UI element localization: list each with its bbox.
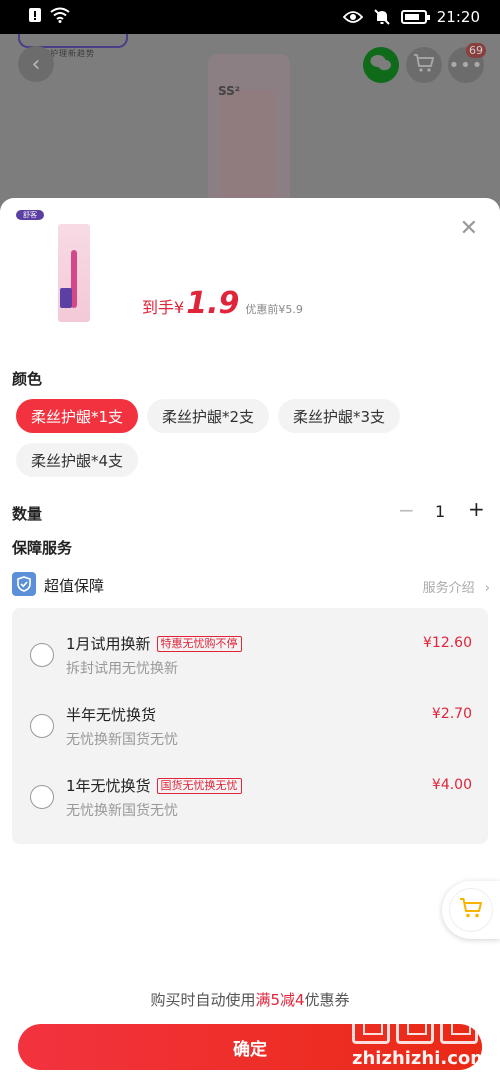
wechat-share-button[interactable] xyxy=(363,47,399,83)
guarantee-plan-1[interactable]: 1月试用换新 特惠无忧购不停 拆封试用无忧换新 ¥12.60 xyxy=(12,625,488,685)
shield-check-icon xyxy=(12,572,36,596)
guarantee-plan-2[interactable]: 半年无忧换货 无忧换新国货无忧 ¥2.70 xyxy=(12,696,488,756)
color-option-1[interactable]: 柔丝护龈*1支 xyxy=(16,399,138,433)
package-label-image xyxy=(60,288,72,308)
plan-name: 1月试用换新 xyxy=(66,635,151,653)
cart-count-badge: 69 xyxy=(466,43,486,58)
close-icon: ✕ xyxy=(459,216,478,241)
guarantee-plan-3[interactable]: 1年无忧换货 国货无忧换无忧 无忧换新国货无忧 ¥4.00 xyxy=(12,767,488,827)
price-currency: ¥ xyxy=(174,298,185,317)
cart-icon xyxy=(413,53,435,77)
mute-bell-icon xyxy=(373,8,391,26)
service-intro-label: 服务介绍 xyxy=(422,581,475,596)
color-option-3[interactable]: 柔丝护龈*3支 xyxy=(278,399,400,433)
service-intro-link[interactable]: 服务介绍 › xyxy=(423,577,490,596)
price-prefix: 到手 xyxy=(142,298,175,317)
cart-icon xyxy=(459,897,483,923)
chevron-right-icon: › xyxy=(484,581,490,596)
status-bar: 21:20 xyxy=(0,0,500,34)
plan-price: ¥4.00 xyxy=(431,777,472,793)
plan-description: 拆封试用无忧换新 xyxy=(66,661,178,677)
final-price: 1.9 xyxy=(186,286,240,321)
color-option-2[interactable]: 柔丝护龈*2支 xyxy=(147,399,269,433)
guarantee-plan-list: 1月试用换新 特惠无忧购不停 拆封试用无忧换新 ¥12.60 半年无忧换货 无忧… xyxy=(12,608,488,844)
close-button[interactable]: ✕ xyxy=(460,218,478,240)
plan-description: 无忧换新国货无忧 xyxy=(66,803,178,819)
plan-price: ¥2.70 xyxy=(431,706,472,722)
wechat-icon xyxy=(370,54,392,76)
color-option-4[interactable]: 柔丝护龈*4支 xyxy=(16,443,138,477)
guarantee-label: 超值保障 xyxy=(44,577,105,595)
toothbrush-image xyxy=(220,90,276,210)
plan-tag: 特惠无忧购不停 xyxy=(156,635,242,652)
plan-price: ¥12.60 xyxy=(423,635,472,651)
chevron-left-icon: ‹ xyxy=(31,51,41,77)
service-section-title: 保障服务 xyxy=(12,539,73,557)
sku-selector-sheet: ✕ 舒客 到手 ¥ 1.9 优惠前¥5.9 颜色 柔丝护龈*1支 柔丝护龈*2支… xyxy=(0,198,500,1083)
confirm-button[interactable]: 确定 xyxy=(18,1024,482,1070)
product-image: SS² xyxy=(208,54,290,214)
color-section-title: 颜色 xyxy=(12,370,43,388)
quantity-increase-button[interactable]: + xyxy=(468,497,485,521)
wifi-icon xyxy=(50,7,70,27)
plan-radio[interactable] xyxy=(30,643,54,667)
product-mark: SS² xyxy=(218,84,241,98)
background-product-page: 口腔护理新趋势 ‹ SS² ••• 69 xyxy=(0,34,500,214)
plan-description: 无忧换新国货无忧 xyxy=(66,732,178,748)
eye-icon xyxy=(342,10,363,24)
plan-tag: 国货无忧换无忧 xyxy=(156,777,242,794)
quantity-value: 1 xyxy=(435,502,446,521)
cart-button[interactable] xyxy=(406,47,442,83)
battery-icon xyxy=(400,10,430,24)
plan-radio[interactable] xyxy=(30,714,54,738)
original-price: 优惠前¥5.9 xyxy=(245,303,303,316)
quantity-decrease-button[interactable]: − xyxy=(398,498,415,522)
clock: 21:20 xyxy=(436,8,480,26)
brand-logo: 舒客 xyxy=(16,210,44,220)
plan-name: 1年无忧换货 xyxy=(66,777,151,795)
coupon-highlight: 满5减4 xyxy=(255,991,305,1009)
plan-radio[interactable] xyxy=(30,785,54,809)
floating-cart-button[interactable] xyxy=(442,881,500,939)
back-button[interactable]: ‹ xyxy=(18,46,54,82)
status-icons-left xyxy=(28,7,70,27)
coupon-text-before: 购买时自动使用 xyxy=(150,991,256,1009)
coupon-notice: 购买时自动使用满5减4优惠券 xyxy=(0,989,500,1010)
price-row: 到手 ¥ 1.9 优惠前¥5.9 xyxy=(142,286,303,321)
coupon-text-after: 优惠券 xyxy=(304,991,350,1009)
plan-name: 半年无忧换货 xyxy=(66,706,157,724)
product-thumbnail: 舒客 xyxy=(16,210,112,322)
quantity-title: 数量 xyxy=(12,505,43,523)
alert-icon xyxy=(28,7,42,27)
